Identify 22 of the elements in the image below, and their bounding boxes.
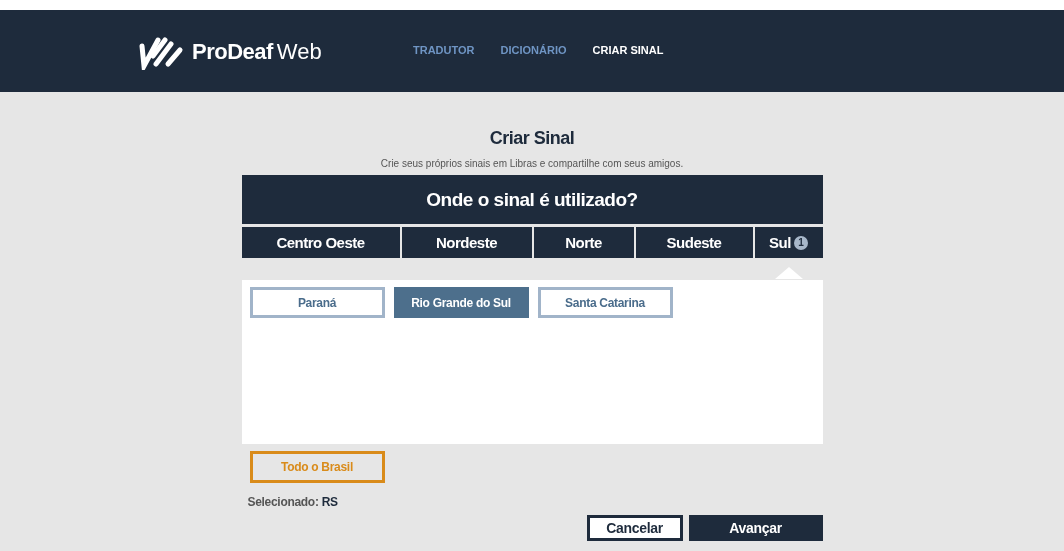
nav-link[interactable]: TRADUTOR: [413, 44, 475, 56]
page-title: Criar Sinal: [488, 128, 576, 149]
logo-icon: [138, 34, 184, 70]
question-heading: Onde o sinal é utilizado?: [241, 175, 823, 224]
selection-label: Selecionado:: [247, 495, 319, 509]
cancel-button[interactable]: Cancelar: [586, 515, 683, 541]
region-tab[interactable]: Norte: [533, 227, 634, 258]
next-button[interactable]: Avançar: [688, 515, 823, 541]
region-tab[interactable]: Sul 1: [754, 227, 823, 258]
logo-text: Web: [276, 39, 322, 65]
logo-text: ProDeaf: [192, 39, 273, 65]
nav-link[interactable]: CRIAR SINAL: [592, 44, 664, 56]
region-tab[interactable]: Nordeste: [401, 227, 532, 258]
region-tab[interactable]: Centro Oeste: [241, 227, 400, 258]
page-subtitle: Crie seus próprios sinais em Libras e compartilhe com seus amigos.: [379, 158, 685, 169]
count-badge: 1: [793, 235, 808, 250]
state-option[interactable]: Santa Catarina: [537, 287, 673, 318]
state-option[interactable]: Rio Grande do Sul: [393, 287, 529, 318]
selection-value: RS: [321, 495, 338, 509]
nav-link[interactable]: DICIONÁRIO: [500, 44, 567, 56]
region-tab[interactable]: Sudeste: [635, 227, 753, 258]
state-option[interactable]: Paraná: [249, 287, 385, 318]
